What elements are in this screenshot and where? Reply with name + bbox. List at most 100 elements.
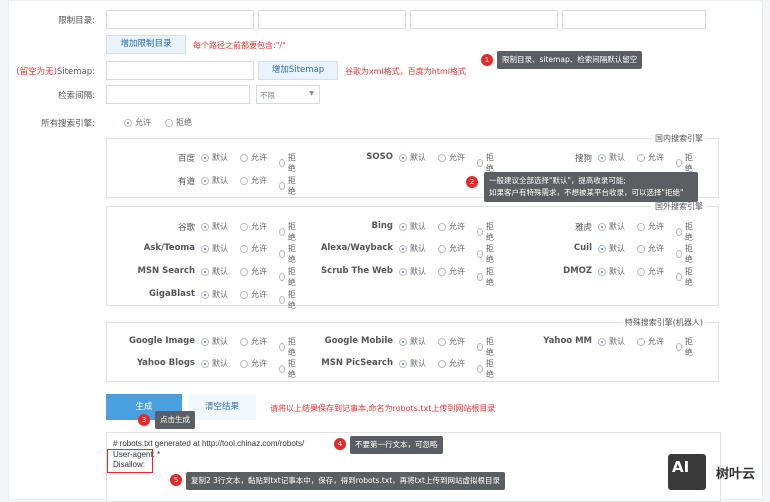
- radio-allow[interactable]: 允许: [637, 336, 664, 347]
- radio-allow[interactable]: 允许: [240, 221, 267, 232]
- radio-default[interactable]: 默认: [399, 243, 426, 254]
- clear-button[interactable]: 清空结果: [188, 394, 256, 420]
- restrict-input-4[interactable]: [562, 10, 706, 29]
- restrict-hint: 每个路径之前都要包含:"/": [193, 41, 286, 50]
- engine-row: SOSO 默认 允许 拒绝: [301, 152, 494, 173]
- radio-deny[interactable]: 拒绝: [477, 358, 496, 380]
- engine-label: DMOZ: [563, 266, 592, 276]
- radio-default[interactable]: 默认: [399, 336, 426, 347]
- engine-row: Yahoo MM 默认 允许 拒绝: [500, 336, 693, 357]
- radio-default[interactable]: 默认: [598, 336, 625, 347]
- engine-row: GigaBlast 默认 允许 拒绝: [103, 289, 296, 310]
- radio-default[interactable]: 默认: [201, 336, 228, 347]
- radio-allow[interactable]: 允许: [240, 175, 267, 186]
- radio-allow[interactable]: 允许: [240, 336, 267, 347]
- radio-default[interactable]: 默认: [201, 358, 228, 369]
- radio-allow[interactable]: 允许: [438, 336, 465, 347]
- radio-default[interactable]: 默认: [201, 152, 228, 163]
- engine-label: 雅虎: [574, 223, 592, 233]
- engine-row: DMOZ 默认 允许 拒绝: [500, 266, 693, 287]
- radio-deny[interactable]: 拒绝: [279, 289, 298, 311]
- interval-select-value: 不限: [260, 91, 275, 100]
- step-badge: 4: [334, 438, 346, 450]
- watermark-name: 树叶云: [716, 467, 756, 482]
- radio-allow[interactable]: 允许: [637, 243, 664, 254]
- restrict-input-2[interactable]: [258, 10, 406, 29]
- radio-deny[interactable]: 拒绝: [477, 266, 496, 288]
- radio-allow[interactable]: 允许: [438, 243, 465, 254]
- radio-deny[interactable]: 拒绝: [279, 152, 298, 174]
- tooltip-2: 一般建议全部选择"默认"，提高收录可能; 如果客户有特殊需求，不想被某平台收录，可…: [484, 172, 698, 202]
- radio-deny[interactable]: 拒绝: [279, 266, 298, 288]
- engine-label: Scrub The Web: [321, 266, 393, 276]
- tooltip-1: 限制目录、sitemap、检索间隔默认留空: [497, 51, 643, 69]
- radio-deny[interactable]: 拒绝: [477, 336, 496, 358]
- radio-deny[interactable]: 拒绝: [676, 243, 695, 265]
- radio-default[interactable]: 默认: [598, 152, 625, 163]
- radio-deny[interactable]: 拒绝: [477, 243, 496, 265]
- all-deny-radio[interactable]: 拒绝: [165, 117, 192, 128]
- radio-default[interactable]: 默认: [598, 221, 625, 232]
- engine-label: 百度: [177, 154, 195, 164]
- radio-allow[interactable]: 允许: [438, 358, 465, 369]
- radio-default[interactable]: 默认: [201, 221, 228, 232]
- radio-default[interactable]: 默认: [201, 266, 228, 277]
- radio-allow[interactable]: 允许: [240, 243, 267, 254]
- radio-deny[interactable]: 拒绝: [676, 152, 695, 174]
- engine-label: Google Mobile: [324, 336, 393, 346]
- engine-row: Yahoo Blogs 默认 允许 拒绝: [103, 358, 296, 379]
- add-restrict-button[interactable]: 增加限制目录: [106, 35, 186, 54]
- radio-deny[interactable]: 拒绝: [676, 336, 695, 358]
- radio-default[interactable]: 默认: [399, 266, 426, 277]
- radio-default[interactable]: 默认: [399, 358, 426, 369]
- engine-label: MSN PicSearch: [321, 358, 393, 368]
- engine-row: 有道 默认 允许 拒绝: [103, 175, 296, 196]
- engine-row: Alexa/Wayback 默认 允许 拒绝: [301, 243, 494, 264]
- radio-allow[interactable]: 允许: [637, 266, 664, 277]
- sitemap-optional-note: (留空为无): [16, 67, 57, 77]
- tooltip-4: 不要第一行文本，可忽略: [350, 436, 443, 454]
- radio-deny[interactable]: 拒绝: [279, 358, 298, 380]
- radio-deny[interactable]: 拒绝: [676, 221, 695, 243]
- engine-row: 谷歌 默认 允许 拒绝: [103, 221, 296, 242]
- radio-deny[interactable]: 拒绝: [279, 336, 298, 358]
- radio-deny[interactable]: 拒绝: [676, 266, 695, 288]
- engine-row: Ask/Teoma 默认 允许 拒绝: [103, 243, 296, 264]
- restrict-input-1[interactable]: [106, 10, 254, 29]
- radio-default[interactable]: 默认: [399, 221, 426, 232]
- radio-allow[interactable]: 允许: [438, 152, 465, 163]
- sitemap-input[interactable]: [106, 61, 254, 80]
- radio-allow[interactable]: 允许: [240, 358, 267, 369]
- restrict-input-3[interactable]: [410, 10, 558, 29]
- radio-default[interactable]: 默认: [201, 289, 228, 300]
- radio-default[interactable]: 默认: [598, 243, 625, 254]
- radio-allow[interactable]: 允许: [438, 266, 465, 277]
- radio-allow[interactable]: 允许: [240, 266, 267, 277]
- tooltip-3: 点击生成: [155, 411, 195, 429]
- interval-input[interactable]: [106, 85, 250, 104]
- radio-allow[interactable]: 允许: [240, 152, 267, 163]
- radio-allow[interactable]: 允许: [637, 221, 664, 232]
- add-sitemap-button[interactable]: 增加Sitemap: [258, 61, 338, 80]
- radio-default[interactable]: 默认: [201, 243, 228, 254]
- all-allow-radio[interactable]: 允许: [124, 117, 151, 128]
- all-engines-label: 所有搜索引擎:: [41, 119, 95, 129]
- radio-deny[interactable]: 拒绝: [279, 243, 298, 265]
- engine-label: 搜狗: [574, 154, 592, 164]
- radio-default[interactable]: 默认: [201, 175, 228, 186]
- radio-default[interactable]: 默认: [598, 266, 625, 277]
- radio-allow[interactable]: 允许: [438, 221, 465, 232]
- radio-deny[interactable]: 拒绝: [279, 221, 298, 243]
- step-badge: 3: [138, 414, 150, 426]
- radio-allow[interactable]: 允许: [240, 289, 267, 300]
- radio-allow[interactable]: 允许: [637, 152, 664, 163]
- engine-row: 百度 默认 允许 拒绝: [103, 152, 296, 173]
- engine-row: Scrub The Web 默认 允许 拒绝: [301, 266, 494, 287]
- radio-deny[interactable]: 拒绝: [477, 152, 496, 174]
- radio-deny[interactable]: 拒绝: [477, 221, 496, 243]
- engine-row: MSN Search 默认 允许 拒绝: [103, 266, 295, 287]
- tooltip-5: 复制2 3行文本，黏贴到txt记事本中，保存，得到robots.txt，再将tx…: [186, 472, 505, 490]
- interval-select[interactable]: 不限 ▼: [256, 85, 320, 104]
- radio-default[interactable]: 默认: [399, 152, 426, 163]
- radio-deny[interactable]: 拒绝: [279, 175, 298, 197]
